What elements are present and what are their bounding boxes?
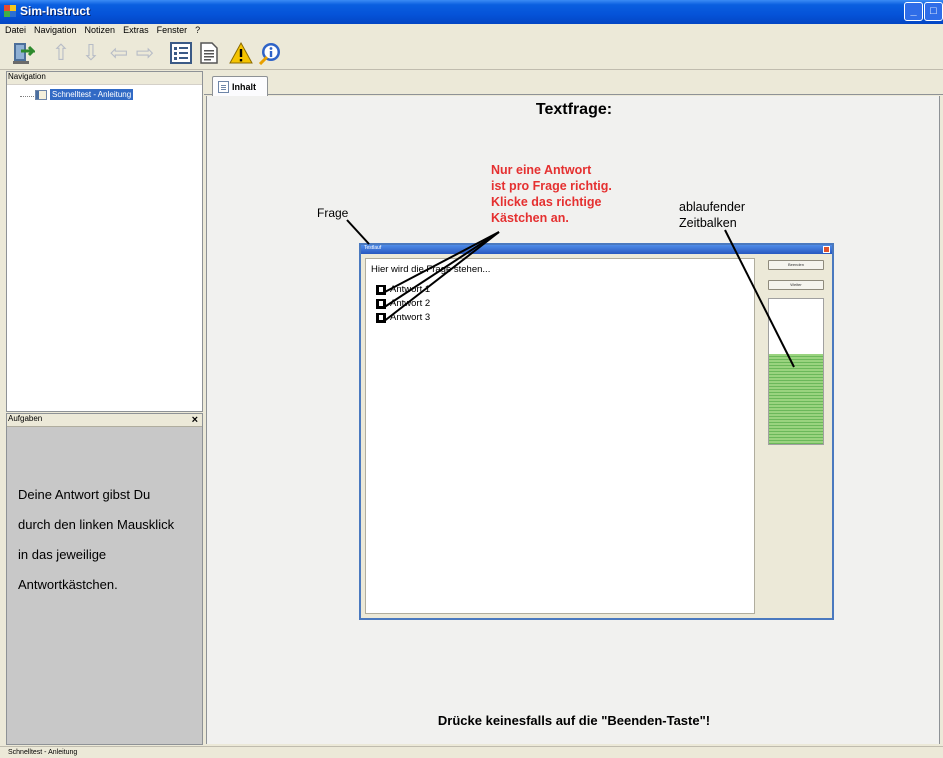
app-icon: [4, 5, 16, 17]
time-bar: [768, 298, 824, 445]
time-bar-fill: [769, 354, 823, 444]
task-instructions: Deine Antwort gibst Du durch den linken …: [18, 480, 198, 600]
label-zeit-line: ablaufender: [679, 200, 746, 214]
task-line: Deine Antwort gibst Du: [18, 487, 151, 502]
tasks-header-label: Aufgaben: [8, 414, 43, 423]
answer-option[interactable]: Antwort 2: [376, 298, 430, 309]
menu-notizen[interactable]: Notizen: [82, 24, 119, 36]
tree-item-schnelltest[interactable]: Schnelltest - Anleitung: [21, 89, 134, 100]
bottom-warning: Drücke keinesfalls auf die "Beenden-Tast…: [437, 713, 711, 728]
quiz-close-icon[interactable]: [823, 246, 830, 253]
content-page: Textfrage: Nur eine Antwort ist pro Frag…: [206, 96, 940, 744]
answer-label: Antwort 1: [390, 284, 431, 295]
close-icon[interactable]: ×: [192, 414, 198, 426]
note-line: Nur eine Antwort: [491, 163, 592, 177]
note-line: Kästchen an.: [491, 211, 569, 225]
book-icon: [35, 89, 47, 100]
tasks-header: Aufgaben ×: [7, 414, 202, 427]
label-zeit-line: Zeitbalken: [679, 216, 737, 230]
minimize-button[interactable]: _: [904, 2, 923, 21]
maximize-button[interactable]: □: [924, 2, 943, 21]
arrow-down-icon[interactable]: ⇩: [78, 40, 104, 66]
menu-extras[interactable]: Extras: [120, 24, 152, 36]
instruction-note: Nur eine Antwort ist pro Frage richtig. …: [491, 162, 612, 226]
arrow-up-icon[interactable]: ⇧: [48, 40, 74, 66]
menu-bar: Datei Navigation Notizen Extras Fenster?: [0, 24, 943, 37]
title-bar: Sim-Instruct _ □ x: [0, 0, 943, 24]
question-text: Hier wird die Frage stehen...: [371, 264, 491, 275]
checkbox-icon[interactable]: [376, 284, 386, 295]
exit-icon[interactable]: [10, 40, 36, 66]
task-line: in das jeweilige: [18, 547, 107, 562]
page-title: Textfrage:: [535, 101, 613, 118]
tree-item-label[interactable]: Schnelltest - Anleitung: [50, 89, 134, 100]
tab-inhalt[interactable]: Inhalt: [212, 76, 268, 96]
tab-strip: Inhalt: [204, 71, 943, 96]
arrow-left-icon[interactable]: ⇦: [106, 40, 132, 66]
arrow-right-icon[interactable]: ⇨: [132, 40, 158, 66]
quiz-button-weiter[interactable]: Weiter: [768, 280, 824, 290]
note-line: Klicke das richtige: [491, 195, 602, 209]
task-line: Antwortkästchen.: [18, 577, 118, 592]
navigation-header: Navigation: [7, 72, 202, 85]
quiz-window: Testlauf Hier wird die Frage stehen... A…: [359, 243, 834, 620]
list-icon[interactable]: [168, 40, 194, 66]
toolbar: ⇧ ⇩ ⇦ ⇨: [0, 37, 943, 70]
checkbox-icon[interactable]: [376, 298, 386, 309]
checkbox-icon[interactable]: [376, 312, 386, 323]
question-area: Hier wird die Frage stehen... Antwort 1 …: [365, 258, 755, 614]
warning-icon[interactable]: [228, 40, 254, 66]
document-icon: [218, 80, 229, 93]
tasks-panel: Aufgaben × Deine Antwort gibst Du durch …: [6, 413, 203, 745]
callout-frage: [346, 219, 370, 245]
content-area: Inhalt Textfrage: Nur eine Antwort ist p…: [204, 71, 943, 745]
note-line: ist pro Frage richtig.: [491, 179, 612, 193]
info-icon[interactable]: [256, 40, 282, 66]
menu-navigation[interactable]: Navigation: [31, 24, 80, 36]
page-icon[interactable]: [196, 40, 222, 66]
status-bar: Schnelltest - Anleitung: [0, 746, 943, 758]
navigation-panel: Navigation Schnelltest - Anleitung: [6, 71, 203, 412]
quiz-title: Testlauf: [364, 245, 382, 251]
quiz-title-bar: Testlauf: [361, 245, 832, 254]
menu-datei[interactable]: Datei: [2, 24, 29, 36]
window-title: Sim-Instruct: [20, 4, 91, 18]
quiz-button-beenden[interactable]: Beenden: [768, 260, 824, 270]
answer-label: Antwort 3: [390, 312, 431, 323]
answer-label: Antwort 2: [390, 298, 431, 309]
label-frage: Frage: [317, 206, 349, 220]
task-line: durch den linken Mausklick: [18, 517, 175, 532]
label-zeitbalken: ablaufender Zeitbalken: [679, 199, 745, 231]
tab-label: Inhalt: [232, 81, 256, 92]
menu-fenster[interactable]: Fenster: [154, 24, 191, 36]
menu-help[interactable]: ?: [192, 24, 203, 36]
answer-option[interactable]: Antwort 3: [376, 312, 430, 323]
answer-option[interactable]: Antwort 1: [376, 284, 430, 295]
